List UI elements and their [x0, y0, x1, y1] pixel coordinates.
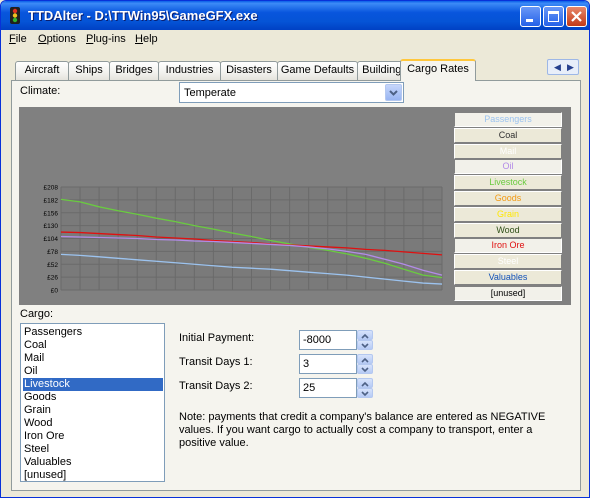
close-button[interactable]	[566, 6, 587, 27]
title-bar[interactable]: TTDAlter - D:\TTWin95\GameGFX.exe	[1, 1, 589, 30]
y-tick-label: £78	[47, 249, 58, 256]
menu-help-mnemonic: H	[135, 33, 143, 45]
transit-days-2-field[interactable]: 25	[299, 378, 357, 398]
initial-payment-spinner[interactable]	[357, 330, 373, 350]
caret-up-icon	[361, 333, 369, 339]
legend-item-steel[interactable]: Steel	[454, 254, 562, 270]
menu-plugins-label: lug-ins	[93, 33, 126, 45]
payment-note: Note: payments that credit a company's b…	[179, 411, 546, 449]
tab-disasters[interactable]: Disasters	[220, 61, 278, 80]
list-item[interactable]: Livestock	[23, 378, 163, 391]
chart-plot: £208 £182 £156 £130 £104 £78 £52 £26 £0	[44, 185, 443, 295]
list-item[interactable]: Iron Ore	[23, 430, 163, 443]
tab-cargo-rates[interactable]: Cargo Rates	[400, 59, 476, 81]
list-item[interactable]: Valuables	[23, 456, 163, 469]
climate-label: Climate:	[20, 85, 61, 97]
spin-down-button[interactable]	[357, 388, 373, 398]
menu-file-mnemonic: F	[9, 33, 16, 45]
chevron-down-icon	[389, 90, 398, 96]
app-window: TTDAlter - D:\TTWin95\GameGFX.exe File O…	[0, 0, 590, 498]
menu-options[interactable]: Options	[38, 33, 76, 45]
menu-options-mnemonic: O	[38, 33, 47, 45]
maximize-button[interactable]	[543, 6, 564, 27]
list-item[interactable]: Steel	[23, 443, 163, 456]
y-tick-label: £52	[47, 262, 58, 269]
spin-up-button[interactable]	[357, 330, 373, 340]
tab-game-defaults[interactable]: Game Defaults	[277, 61, 358, 80]
climate-dropdown-button[interactable]	[385, 84, 402, 101]
tab-aircraft[interactable]: Aircraft	[15, 61, 69, 80]
legend-item-coal[interactable]: Coal	[454, 127, 562, 143]
caret-down-icon	[361, 343, 369, 349]
transit-days-1-value: 3	[303, 358, 310, 370]
scroll-right-icon[interactable]: ▶	[567, 62, 574, 73]
legend-item-grain[interactable]: Grain	[454, 206, 562, 222]
cargo-rate-chart: £208 £182 £156 £130 £104 £78 £52 £26 £0 Passenge…	[19, 107, 571, 305]
transit-days-1-spinner[interactable]	[357, 354, 373, 374]
menu-help[interactable]: Help	[135, 33, 158, 45]
menu-help-label: elp	[142, 33, 158, 45]
y-tick-label: £0	[51, 288, 59, 295]
caret-down-icon	[361, 391, 369, 397]
list-item[interactable]: Passengers	[23, 326, 163, 339]
list-item[interactable]: Oil	[23, 365, 163, 378]
legend-item-wood[interactable]: Wood	[454, 222, 562, 238]
climate-select-value: Temperate	[184, 87, 236, 99]
spin-up-button[interactable]	[357, 378, 373, 388]
menu-bar: File Options Plug-ins Help	[1, 30, 589, 49]
legend-item-passengers[interactable]: Passengers	[454, 112, 562, 127]
legend-item-goods[interactable]: Goods	[454, 191, 562, 206]
scroll-left-icon[interactable]: ◀	[554, 62, 561, 73]
tab-scroll-control[interactable]: ◀ ▶	[547, 59, 579, 75]
maximize-icon	[548, 11, 559, 22]
list-item[interactable]: [unused]	[23, 469, 163, 482]
transit-days-1-field[interactable]: 3	[299, 354, 357, 374]
y-tick-label: £104	[44, 236, 59, 243]
traffic-light-icon	[10, 7, 20, 24]
climate-select[interactable]: Temperate	[179, 82, 404, 103]
close-icon	[571, 11, 582, 22]
minimize-icon	[526, 19, 533, 22]
cargo-list[interactable]: Passengers Coal Mail Oil Livestock Goods Grain…	[20, 323, 165, 482]
caret-up-icon	[361, 381, 369, 387]
spin-down-button[interactable]	[357, 364, 373, 374]
initial-payment-value: -8000	[303, 334, 332, 346]
minimize-button[interactable]	[520, 6, 541, 27]
menu-file[interactable]: File	[9, 33, 27, 45]
list-item[interactable]: Grain	[23, 404, 163, 417]
caret-down-icon	[361, 367, 369, 373]
y-tick-label: £182	[44, 197, 59, 204]
tab-industries[interactable]: Industries	[158, 61, 221, 80]
initial-payment-label: Initial Payment:	[179, 332, 255, 344]
list-item[interactable]: Mail	[23, 352, 163, 365]
tab-ships[interactable]: Ships	[68, 61, 110, 80]
menu-file-label: ile	[15, 33, 27, 45]
list-item[interactable]: Goods	[23, 391, 163, 404]
y-tick-label: £26	[47, 275, 58, 282]
legend-item-livestock[interactable]: Livestock	[454, 175, 562, 191]
menu-options-label: ptions	[46, 33, 76, 45]
legend-item-mail[interactable]: Mail	[454, 143, 562, 159]
transit-days-1-label: Transit Days 1:	[179, 356, 253, 368]
transit-days-2-value: 25	[303, 382, 316, 394]
transit-days-2-label: Transit Days 2:	[179, 380, 253, 392]
legend-item-iron-ore[interactable]: Iron Ore	[454, 238, 562, 254]
window-title: TTDAlter - D:\TTWin95\GameGFX.exe	[28, 8, 258, 23]
y-tick-label: £208	[44, 185, 59, 192]
tab-bridges[interactable]: Bridges	[109, 61, 159, 80]
y-tick-label: £156	[44, 210, 59, 217]
legend-item-oil[interactable]: Oil	[454, 159, 562, 175]
legend-item-unused[interactable]: [unused]	[454, 285, 562, 301]
menu-plugins[interactable]: Plug-ins	[86, 33, 126, 45]
caret-up-icon	[361, 357, 369, 363]
spin-down-button[interactable]	[357, 340, 373, 350]
transit-days-2-spinner[interactable]	[357, 378, 373, 398]
spin-up-button[interactable]	[357, 354, 373, 364]
list-item[interactable]: Coal	[23, 339, 163, 352]
legend-item-valuables[interactable]: Valuables	[454, 270, 562, 285]
y-tick-label: £130	[44, 223, 59, 230]
list-item[interactable]: Wood	[23, 417, 163, 430]
initial-payment-field[interactable]: -8000	[299, 330, 357, 350]
cargo-label: Cargo:	[20, 308, 54, 320]
